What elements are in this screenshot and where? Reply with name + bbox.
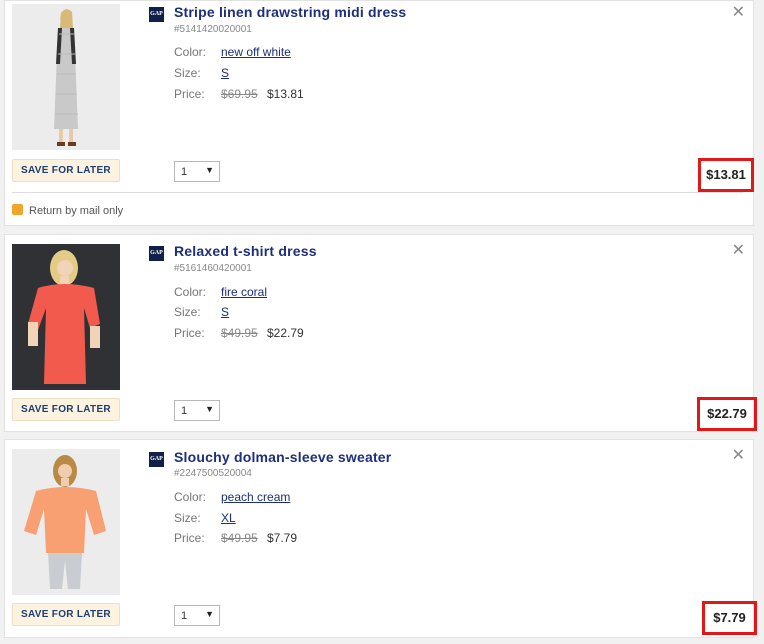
product-sku: #5141420020001 <box>174 24 252 35</box>
quantity-select[interactable]: 1 ▼ <box>174 605 220 626</box>
cart-item: GAP Stripe linen drawstring midi dress #… <box>4 0 754 226</box>
save-for-later-button[interactable]: SAVE FOR LATER <box>12 603 120 626</box>
cart-item: GAP Slouchy dolman-sleeve sweater #22475… <box>4 439 757 638</box>
cart-item: GAP Relaxed t-shirt dress #5161460420001… <box>4 234 757 432</box>
original-price: $49.95 <box>221 531 258 545</box>
product-title[interactable]: Stripe linen drawstring midi dress <box>174 4 406 20</box>
quantity-select[interactable]: 1 ▼ <box>174 400 220 421</box>
color-value[interactable]: new off white <box>221 45 291 59</box>
chevron-down-icon: ▼ <box>205 609 214 619</box>
quantity-select[interactable]: 1 ▼ <box>174 161 220 182</box>
close-icon[interactable]: ✕ <box>732 448 745 464</box>
save-for-later-button[interactable]: SAVE FOR LATER <box>12 159 120 182</box>
quantity-value: 1 <box>181 610 188 622</box>
item-total: $13.81 <box>698 158 754 192</box>
product-title[interactable]: Relaxed t-shirt dress <box>174 243 317 259</box>
item-total: $22.79 <box>697 397 757 431</box>
price-label: Price: <box>174 326 205 340</box>
product-image[interactable] <box>12 4 120 150</box>
quantity-value: 1 <box>181 166 188 178</box>
color-label: Color: <box>174 285 207 299</box>
product-sku: #2247500520004 <box>174 468 252 479</box>
chevron-down-icon: ▼ <box>205 404 214 414</box>
return-note-text: Return by mail only <box>29 205 124 217</box>
price-label: Price: <box>174 531 205 545</box>
product-title[interactable]: Slouchy dolman-sleeve sweater <box>174 449 391 465</box>
sale-price: $22.79 <box>267 326 304 340</box>
close-icon[interactable]: ✕ <box>732 243 745 259</box>
size-label: Size: <box>174 305 201 319</box>
chevron-down-icon: ▼ <box>205 165 214 175</box>
size-label: Size: <box>174 511 201 525</box>
product-image[interactable] <box>12 449 120 595</box>
sale-price: $7.79 <box>267 531 298 545</box>
size-value[interactable]: S <box>221 66 229 80</box>
color-label: Color: <box>174 490 207 504</box>
color-value[interactable]: peach cream <box>221 490 290 504</box>
product-image[interactable] <box>12 244 120 390</box>
divider <box>12 192 743 193</box>
sale-price: $13.81 <box>267 87 304 101</box>
size-value[interactable]: S <box>221 305 229 319</box>
gap-logo-icon: GAP <box>149 246 164 261</box>
size-value[interactable]: XL <box>221 511 236 525</box>
item-total: $7.79 <box>702 601 757 635</box>
gap-logo-icon: GAP <box>149 452 164 467</box>
color-label: Color: <box>174 45 207 59</box>
color-value[interactable]: fire coral <box>221 285 267 299</box>
gap-logo-icon: GAP <box>149 7 164 22</box>
price-label: Price: <box>174 87 205 101</box>
save-for-later-button[interactable]: SAVE FOR LATER <box>12 398 120 421</box>
original-price: $69.95 <box>221 87 258 101</box>
return-by-mail-icon <box>12 204 23 215</box>
size-label: Size: <box>174 66 201 80</box>
quantity-value: 1 <box>181 405 188 417</box>
original-price: $49.95 <box>221 326 258 340</box>
close-icon[interactable]: ✕ <box>732 5 745 21</box>
product-sku: #5161460420001 <box>174 263 252 274</box>
return-by-mail-note: Return by mail only <box>12 204 123 217</box>
